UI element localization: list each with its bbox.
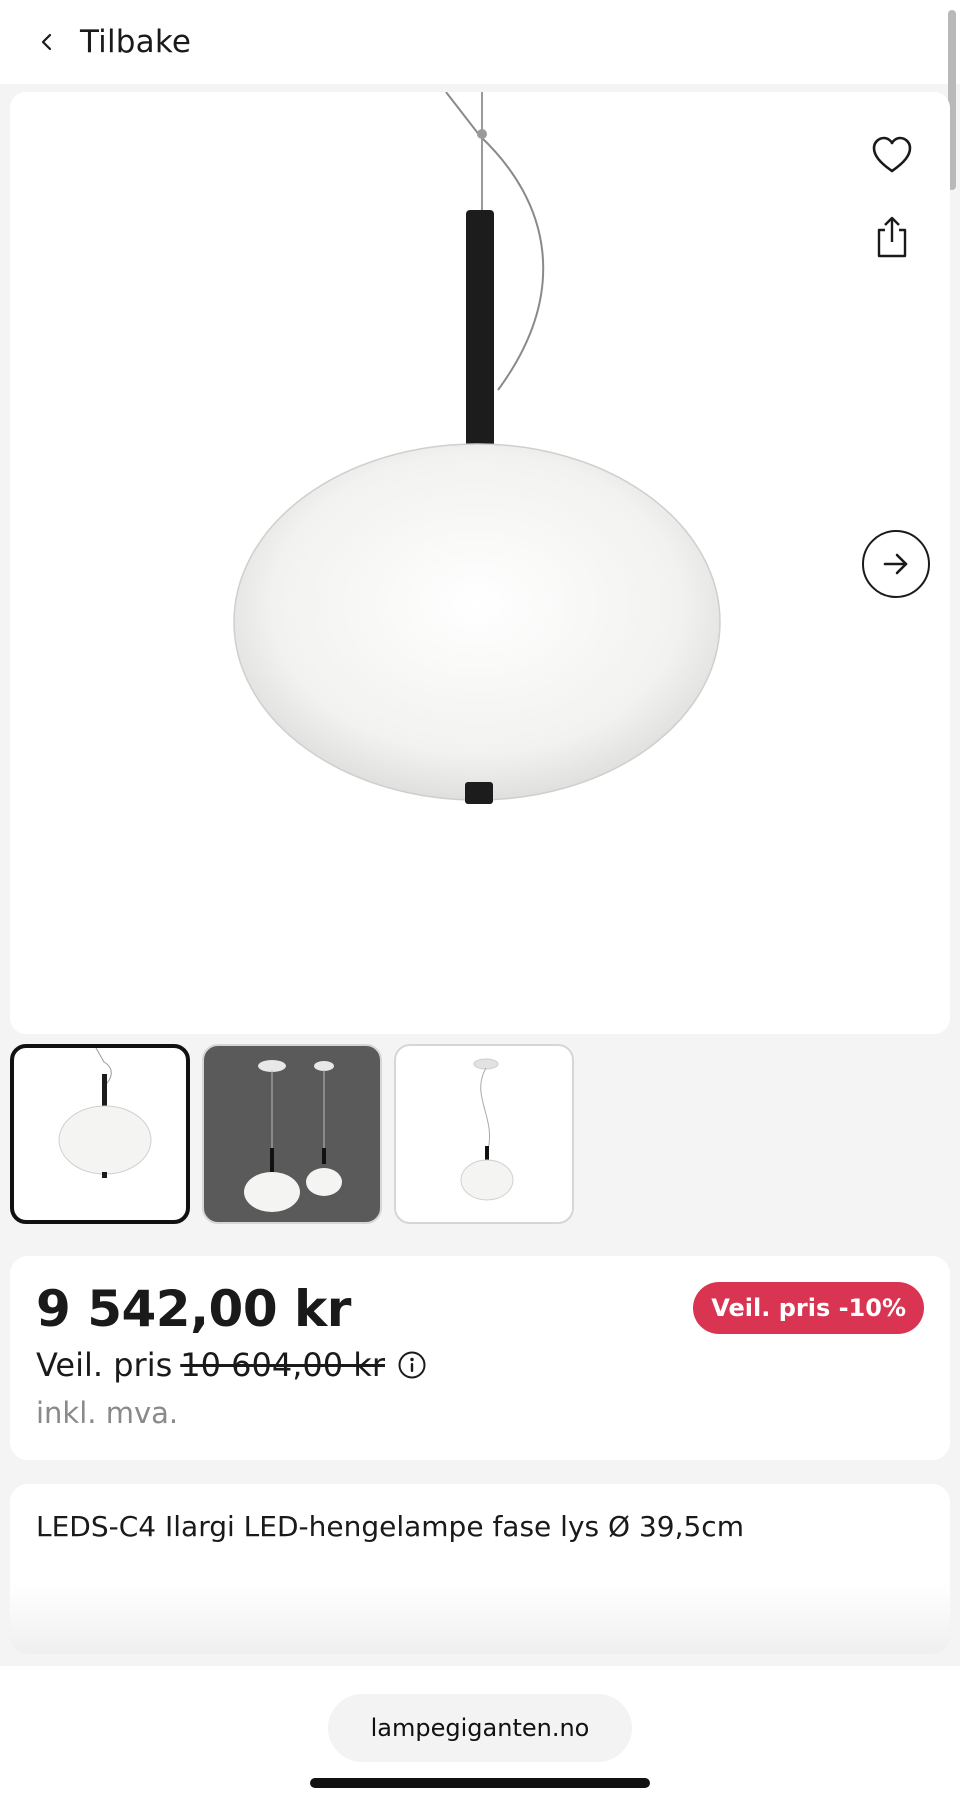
product-title: LEDS-C4 Ilargi LED-hengelampe fase lys Ø… [36,1510,744,1543]
product-title-card: LEDS-C4 Ilargi LED-hengelampe fase lys Ø… [10,1484,950,1654]
home-indicator[interactable] [310,1778,650,1788]
favorite-button[interactable] [870,134,914,178]
thumbnail-image [460,1058,514,1201]
next-image-button[interactable] [862,530,930,598]
header: Tilbake [0,0,960,84]
share-button[interactable] [872,214,912,260]
thumbnail-2[interactable] [202,1044,382,1224]
recommended-price: 10 604,00 kr [180,1346,385,1384]
thumbnail-1[interactable] [10,1044,190,1224]
thumbnail-strip [10,1044,574,1224]
thumbnail-3[interactable] [394,1044,574,1224]
share-icon [877,216,907,258]
thumbnail-image [244,1060,342,1212]
browser-bottom-bar: lampegiganten.no [0,1666,960,1793]
vat-note: inkl. mva. [36,1396,179,1430]
back-label: Tilbake [80,24,192,60]
back-button[interactable]: Tilbake [36,24,191,60]
thumbnail-image [58,1048,152,1178]
product-image [233,92,721,804]
recommended-price-row: Veil. pris 10 604,00 kr [36,1346,427,1384]
product-image-gallery[interactable] [10,92,950,1034]
product-price: 9 542,00 kr [36,1280,351,1338]
url-bar[interactable]: lampegiganten.no [328,1694,632,1762]
chevron-left-icon [41,33,52,51]
arrow-right-icon [883,553,908,575]
discount-badge: Veil. pris -10% [693,1282,924,1334]
heart-icon [872,136,912,173]
recommended-price-label: Veil. pris [36,1346,173,1384]
info-icon[interactable] [397,1350,427,1380]
price-card: 9 542,00 kr Veil. pris 10 604,00 kr inkl… [10,1256,950,1460]
